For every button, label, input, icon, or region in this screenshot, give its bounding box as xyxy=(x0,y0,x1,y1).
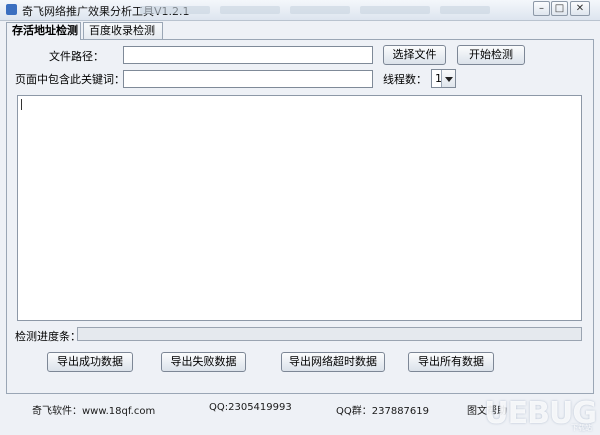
software-website-text: 奇飞软件：www.18qf.com xyxy=(32,406,156,417)
select-file-button[interactable]: 选择文件 xyxy=(383,45,446,65)
export-all-button[interactable]: 导出所有数据 xyxy=(408,352,494,372)
minimize-button[interactable]: – xyxy=(533,1,550,16)
threads-select[interactable]: 1 xyxy=(431,69,456,88)
file-path-field[interactable] xyxy=(123,46,373,64)
qq-group-text: QQ群：237887619 xyxy=(336,406,430,417)
title-bar[interactable]: 奇飞网络推广效果分析工具V1.2.1 – □ ✕ xyxy=(0,0,600,21)
progress-label: 检测进度条： xyxy=(15,330,81,343)
threads-label: 线程数： xyxy=(383,73,427,86)
app-window: 奇飞网络推广效果分析工具V1.2.1 – □ ✕ 存活地址检测 百度收录检测 文… xyxy=(0,0,600,435)
export-timeout-button[interactable]: 导出网络超时数据 xyxy=(281,352,385,372)
text-caret xyxy=(21,99,22,110)
watermark-subtitle: 下载站 xyxy=(571,424,592,432)
maximize-button[interactable]: □ xyxy=(551,1,568,16)
progress-bar xyxy=(77,327,582,341)
app-icon xyxy=(6,4,17,15)
title-decoration xyxy=(440,6,490,14)
alive-check-panel: 文件路径： 选择文件 开始检测 页面中包含此关键词： 线程数： 1 检测进度条：… xyxy=(6,39,594,394)
title-decoration xyxy=(140,6,210,14)
close-button[interactable]: ✕ xyxy=(570,1,590,16)
log-textarea[interactable] xyxy=(17,95,582,321)
tab-alive-check[interactable]: 存活地址检测 xyxy=(6,22,81,40)
tab-baidu-index-check[interactable]: 百度收录检测 xyxy=(83,22,163,39)
export-success-button[interactable]: 导出成功数据 xyxy=(47,352,133,372)
chevron-down-icon[interactable] xyxy=(441,70,455,87)
file-path-label: 文件路径： xyxy=(49,50,104,63)
title-decoration xyxy=(220,6,280,14)
qq-text: QQ:2305419993 xyxy=(209,402,292,413)
start-check-button[interactable]: 开始检测 xyxy=(457,45,525,65)
title-decoration xyxy=(290,6,350,14)
export-failed-button[interactable]: 导出失败数据 xyxy=(161,352,246,372)
keyword-field[interactable] xyxy=(123,70,373,88)
keyword-label: 页面中包含此关键词： xyxy=(15,73,125,86)
title-decoration xyxy=(360,6,430,14)
